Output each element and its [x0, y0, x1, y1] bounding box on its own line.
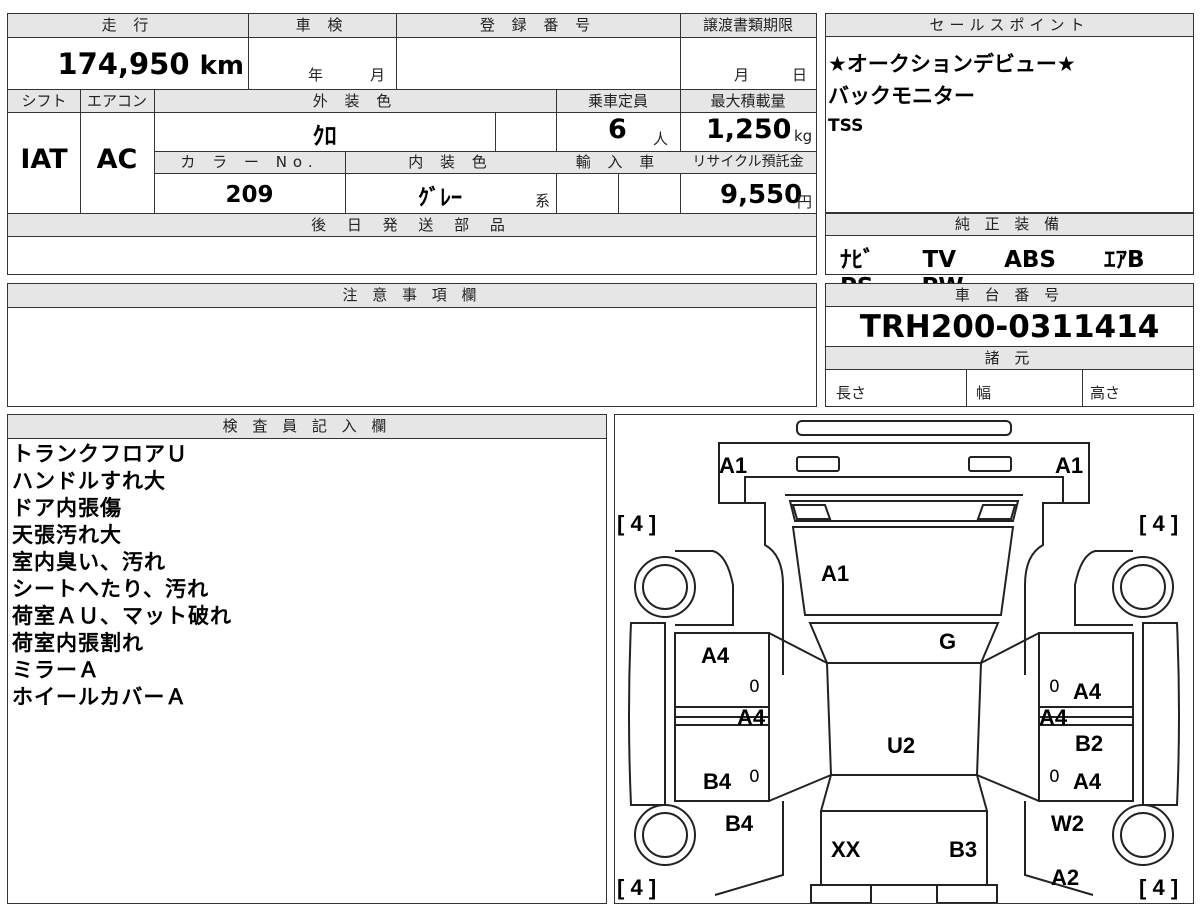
- interior-suffix: 系: [535, 192, 551, 210]
- sales-line-3: TSS: [828, 116, 864, 136]
- mark-rear-fender-right: W2: [1051, 811, 1084, 836]
- ac-value: AC: [96, 144, 138, 175]
- tire-rear-left-value: 4: [630, 875, 643, 900]
- equipment-label: 純 正 装 備: [826, 214, 1193, 236]
- color-no-value: 209: [225, 182, 274, 208]
- mark-rear-door-right-2: A4: [1073, 769, 1102, 794]
- recycle-unit: 円: [797, 193, 813, 211]
- inspector-note: ドア内張傷: [12, 496, 122, 520]
- mark-rear-door-right: B2: [1075, 731, 1104, 756]
- tire-front-left-value: 4: [630, 511, 643, 536]
- equipment-box: 純 正 装 備 ﾅﾋﾞ TV ABS ｴｱB PS PW: [825, 213, 1194, 300]
- tire-rear-right-value: 4: [1152, 875, 1165, 900]
- inspector-note: 荷室内張割れ: [12, 631, 144, 655]
- color-no-label: カ ラ ー No.: [180, 153, 319, 171]
- inspector-note: シートへたり、汚れ: [12, 577, 210, 601]
- seats-label: 乗車定員: [587, 92, 648, 110]
- shift-value: IAT: [20, 144, 68, 175]
- deadline-day: 日: [792, 66, 808, 84]
- notes-label: 注 意 事 項 欄: [8, 284, 816, 308]
- sales-line-2: バックモニター: [828, 84, 975, 108]
- later-parts-label: 後 日 発 送 部 品: [311, 216, 513, 234]
- dims-label: 諸 元: [984, 349, 1035, 367]
- tire-front-right-value: 4: [1152, 511, 1165, 536]
- tire-rear-left: [ 4 ]: [617, 875, 657, 900]
- mark-front-fender-right: A4: [1073, 679, 1102, 704]
- equipment-item: TV: [922, 247, 957, 273]
- import-label: 輸 入 車: [575, 153, 661, 171]
- tire-front-right: [ 4 ]: [1139, 511, 1179, 536]
- mark-rear-right: B3: [949, 837, 978, 862]
- shaken-month: 月: [370, 66, 386, 84]
- height-label: 高さ: [1090, 384, 1121, 402]
- equipment-item: ﾅﾋﾞ: [840, 247, 875, 273]
- zero-marker: 0: [1049, 677, 1060, 697]
- zero-marker: 0: [1049, 767, 1060, 787]
- sales-point-box: セールスポイント ★オークションデビュー★ バックモニター TSS: [825, 13, 1194, 213]
- load-value: 1,250: [706, 114, 792, 145]
- tire-rear-right: [ 4 ]: [1139, 875, 1179, 900]
- car-diagram-box: [ 4 ] [ 4 ] [ 4 ] [ 4 ] A1 A1 A1 G A4 A4…: [614, 414, 1194, 904]
- deadline-label: 譲渡書類期限: [702, 16, 793, 34]
- mark-bumper-left: A1: [719, 453, 748, 478]
- registration-label: 登 録 番 号: [479, 16, 597, 34]
- shaken-label: 車 検: [295, 16, 349, 34]
- inspector-note: ハンドルすれ大: [12, 469, 166, 493]
- exterior-value: ｸﾛ: [312, 122, 337, 150]
- zero-marker: 0: [749, 767, 760, 787]
- interior-label: 内 装 色: [408, 153, 493, 171]
- exterior-label: 外 装 色: [312, 92, 398, 110]
- chassis-label: 車 台 番 号: [826, 284, 1193, 307]
- mark-front-door-right: A4: [1039, 705, 1068, 730]
- mileage-unit: km: [199, 51, 244, 81]
- mark-rear-left: XX: [831, 837, 861, 862]
- mark-rear-bumper-right: A2: [1051, 865, 1080, 890]
- inspector-note: 室内臭い、汚れ: [12, 550, 166, 574]
- notes-box: 注 意 事 項 欄: [7, 283, 817, 407]
- interior-value: ｸﾞﾚｰ: [417, 186, 462, 211]
- load-unit: kg: [794, 127, 813, 145]
- mileage-number: 174,950: [57, 47, 190, 81]
- mark-front-door-left: A4: [737, 705, 766, 730]
- zero-marker: 0: [749, 677, 760, 697]
- recycle-label: リサイクル預託金: [692, 154, 804, 170]
- chassis-box: 車 台 番 号 TRH200-0311414 諸 元 長さ 幅 高さ: [825, 283, 1194, 407]
- length-label: 長さ: [836, 384, 867, 402]
- inspector-box: 検 査 員 記 入 欄 トランクフロアＵ ハンドルすれ大 ドア内張傷 天張汚れ大…: [7, 414, 607, 904]
- mileage-label: 走 行: [101, 16, 155, 34]
- inspector-note: 天張汚れ大: [12, 523, 122, 547]
- sales-point-label: セールスポイント: [826, 14, 1193, 37]
- seats-unit: 人: [653, 130, 669, 148]
- shaken-year: 年: [308, 66, 324, 84]
- mark-front-fender-left: A4: [701, 643, 730, 668]
- inspector-notes-list: トランクフロアＵ ハンドルすれ大 ドア内張傷 天張汚れ大 室内臭い、汚れ シート…: [12, 441, 232, 711]
- mark-rear-fender-left: B4: [725, 811, 754, 836]
- seats-value: 6: [608, 114, 627, 145]
- width-label: 幅: [976, 384, 992, 402]
- mark-hood: A1: [821, 561, 850, 586]
- recycle-value: 9,550: [720, 180, 803, 210]
- inspector-note: 荷室ＡＵ、マット破れ: [12, 604, 232, 628]
- inspector-label: 検 査 員 記 入 欄: [8, 415, 606, 439]
- inspector-note: ミラーＡ: [12, 658, 100, 682]
- mark-windshield: G: [939, 629, 957, 654]
- mileage-value: 174,950 km: [8, 44, 244, 86]
- tire-front-left: [ 4 ]: [617, 511, 657, 536]
- equipment-item: ｴｱB: [1104, 247, 1145, 273]
- spec-table: 走 行 車 検 登 録 番 号 譲渡書類期限 174,950 km 年 月 月 …: [7, 13, 817, 275]
- mark-rear-door-left: B4: [703, 769, 732, 794]
- mark-bumper-right: A1: [1055, 453, 1084, 478]
- ac-label: エアコン: [86, 92, 147, 110]
- mark-roof: U2: [887, 733, 916, 758]
- equipment-item: ABS: [1004, 247, 1056, 273]
- chassis-number: TRH200-0311414: [859, 309, 1160, 345]
- deadline-month: 月: [734, 66, 750, 84]
- sales-line-1: ★オークションデビュー★: [828, 52, 1076, 76]
- shift-label: シフト: [21, 92, 67, 110]
- inspector-note: ホイールカバーＡ: [12, 685, 188, 709]
- load-label: 最大積載量: [710, 92, 786, 110]
- inspector-note: トランクフロアＵ: [12, 442, 188, 466]
